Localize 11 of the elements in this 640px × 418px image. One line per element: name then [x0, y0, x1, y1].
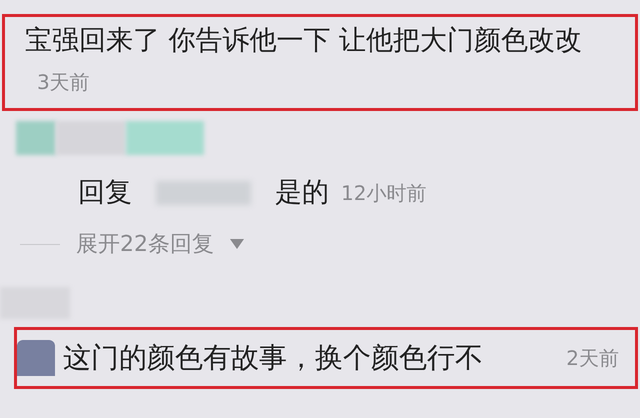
comment-time: 3天前 — [37, 70, 90, 94]
blurred-username — [56, 121, 126, 155]
blurred-avatar — [16, 121, 56, 155]
comment-text: 这门的颜色有故事，换个颜色行不 — [63, 340, 483, 376]
comment-time: 2天前 — [566, 344, 619, 372]
reply-text: 是的 — [275, 176, 329, 210]
reply-time: 12小时前 — [341, 180, 426, 208]
comment-text: 宝强回来了 你告诉他一下 让他把大门颜色改改 3天前 — [2, 14, 638, 111]
avatar — [17, 340, 55, 376]
reply-label: 回复 — [78, 176, 132, 210]
expand-replies-link[interactable]: 展开22条回复 — [76, 228, 244, 260]
